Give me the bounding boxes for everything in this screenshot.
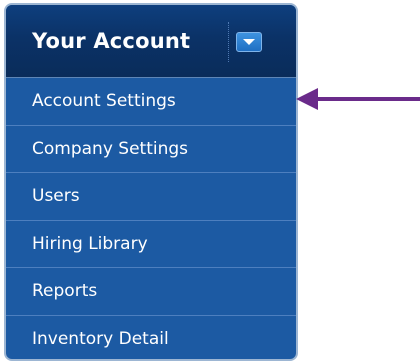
menu-list: Account Settings Company Settings Users … (6, 78, 296, 360)
chevron-down-icon (243, 39, 255, 45)
menu-item-hiring-library[interactable]: Hiring Library (6, 221, 296, 268)
menu-item-reports[interactable]: Reports (6, 268, 296, 316)
menu-item-account-settings[interactable]: Account Settings (6, 78, 296, 126)
menu-title: Your Account (32, 29, 191, 53)
menu-item-company-settings[interactable]: Company Settings (6, 126, 296, 173)
menu-dropdown-button[interactable] (236, 32, 262, 52)
page: Your Account Account Settings Company Se… (0, 0, 420, 364)
menu-item-users[interactable]: Users (6, 173, 296, 221)
pointer-arrow-icon (296, 88, 420, 110)
header-divider (228, 22, 229, 62)
account-menu: Your Account Account Settings Company Se… (4, 3, 298, 361)
menu-item-inventory-detail[interactable]: Inventory Detail (6, 316, 296, 360)
menu-header: Your Account (6, 5, 296, 78)
